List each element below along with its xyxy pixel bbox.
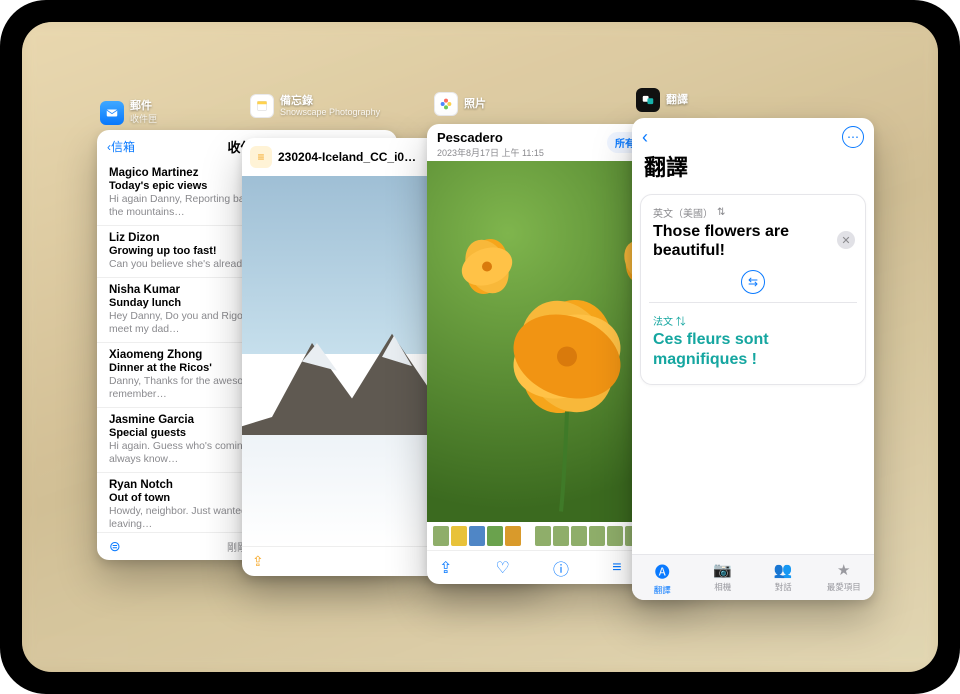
favorite-icon[interactable]: ♡ [496,558,510,578]
divider [649,302,857,303]
swap-languages-button[interactable]: ⇆ [741,270,765,294]
chevron-updown-icon: ⇅ [717,207,725,218]
thumbnail[interactable] [451,526,467,546]
app-switcher-tab-translate[interactable]: 翻譯 [636,88,688,112]
thumbnail[interactable] [553,526,569,546]
ipad-frame: 郵件 收件匣 ‹ 信箱 收件匣 Magico Martinez Today's … [0,0,960,694]
app-tab-title: 郵件 [130,100,157,112]
target-text: Ces fleurs sont magnifiques ! [653,330,853,370]
photos-app-icon [434,92,458,116]
mail-app-icon [100,101,124,125]
thumbnail[interactable] [607,526,623,546]
mail-back-button[interactable]: ‹ 信箱 [107,138,135,155]
share-icon[interactable]: ⇪ [252,553,264,570]
thumbnail[interactable] [505,526,521,546]
notes-app-icon [250,94,274,118]
translate-panel: 英文（美國） ⇅ Those flowers are beautiful! ✕ … [640,194,866,385]
tab-conversation[interactable]: 👥 對話 [753,561,814,596]
star-icon: ★ [837,561,850,579]
thumbnail[interactable] [571,526,587,546]
thumbnail[interactable] [487,526,503,546]
app-tab-subtitle: Snowscape Photography [280,107,380,117]
share-icon[interactable]: ⇪ [439,558,452,578]
source-language-selector[interactable]: 英文（美國） ⇅ [653,205,853,220]
app-tab-title: 備忘錄 [280,95,380,107]
tab-label: 對話 [775,581,792,593]
thumbnail[interactable] [535,526,551,546]
thumbnail[interactable] [589,526,605,546]
tab-label: 相機 [714,581,731,593]
translate-nav: ‹ ⋯ [632,118,874,150]
source-text[interactable]: Those flowers are beautiful! [653,222,853,260]
tab-translate[interactable]: 🅐 翻譯 [632,561,693,596]
tab-label: 最愛項目 [827,581,861,593]
app-tab-title: 翻譯 [666,94,688,106]
people-icon: 👥 [774,561,793,579]
target-language-label: 法文 [653,317,673,328]
translate-app-icon [636,88,660,112]
translate-app-card[interactable]: ‹ ⋯ 翻譯 英文（美國） ⇅ Those flowers are beauti… [632,118,874,600]
translate-title: 翻譯 [632,150,874,188]
app-tab-title: 照片 [464,98,486,110]
back-icon[interactable]: ‹ [642,127,648,148]
thumbnail[interactable] [433,526,449,546]
translate-tab-bar: 🅐 翻譯 📷 相機 👥 對話 ★ 最愛項目 [632,554,874,600]
mail-back-label: 信箱 [111,138,135,155]
more-menu-button[interactable]: ⋯ [842,126,864,148]
app-switcher-tab-photos[interactable]: 照片 [434,92,486,116]
list-icon[interactable]: ≡ [250,146,272,168]
app-switcher-tab-reminders[interactable]: 備忘錄 Snowscape Photography [250,94,380,118]
app-switcher-tab-mail[interactable]: 郵件 收件匣 [100,100,157,125]
camera-icon: 📷 [713,561,732,579]
ipad-screen: 郵件 收件匣 ‹ 信箱 收件匣 Magico Martinez Today's … [22,22,938,672]
app-tab-subtitle: 收件匣 [130,112,157,125]
tab-favorites[interactable]: ★ 最愛項目 [814,561,875,596]
source-language-label: 英文（美國） [653,205,713,220]
clear-text-button[interactable]: ✕ [837,231,855,249]
info-icon[interactable]: ⓘ [553,556,569,580]
translate-icon: 🅐 [655,561,670,582]
tab-camera[interactable]: 📷 相機 [693,561,754,596]
tab-label: 翻譯 [654,584,671,596]
target-language-selector[interactable]: 法文 ⇅ [653,313,853,328]
thumbnail[interactable] [469,526,485,546]
adjust-icon[interactable]: ≡ [612,559,621,577]
